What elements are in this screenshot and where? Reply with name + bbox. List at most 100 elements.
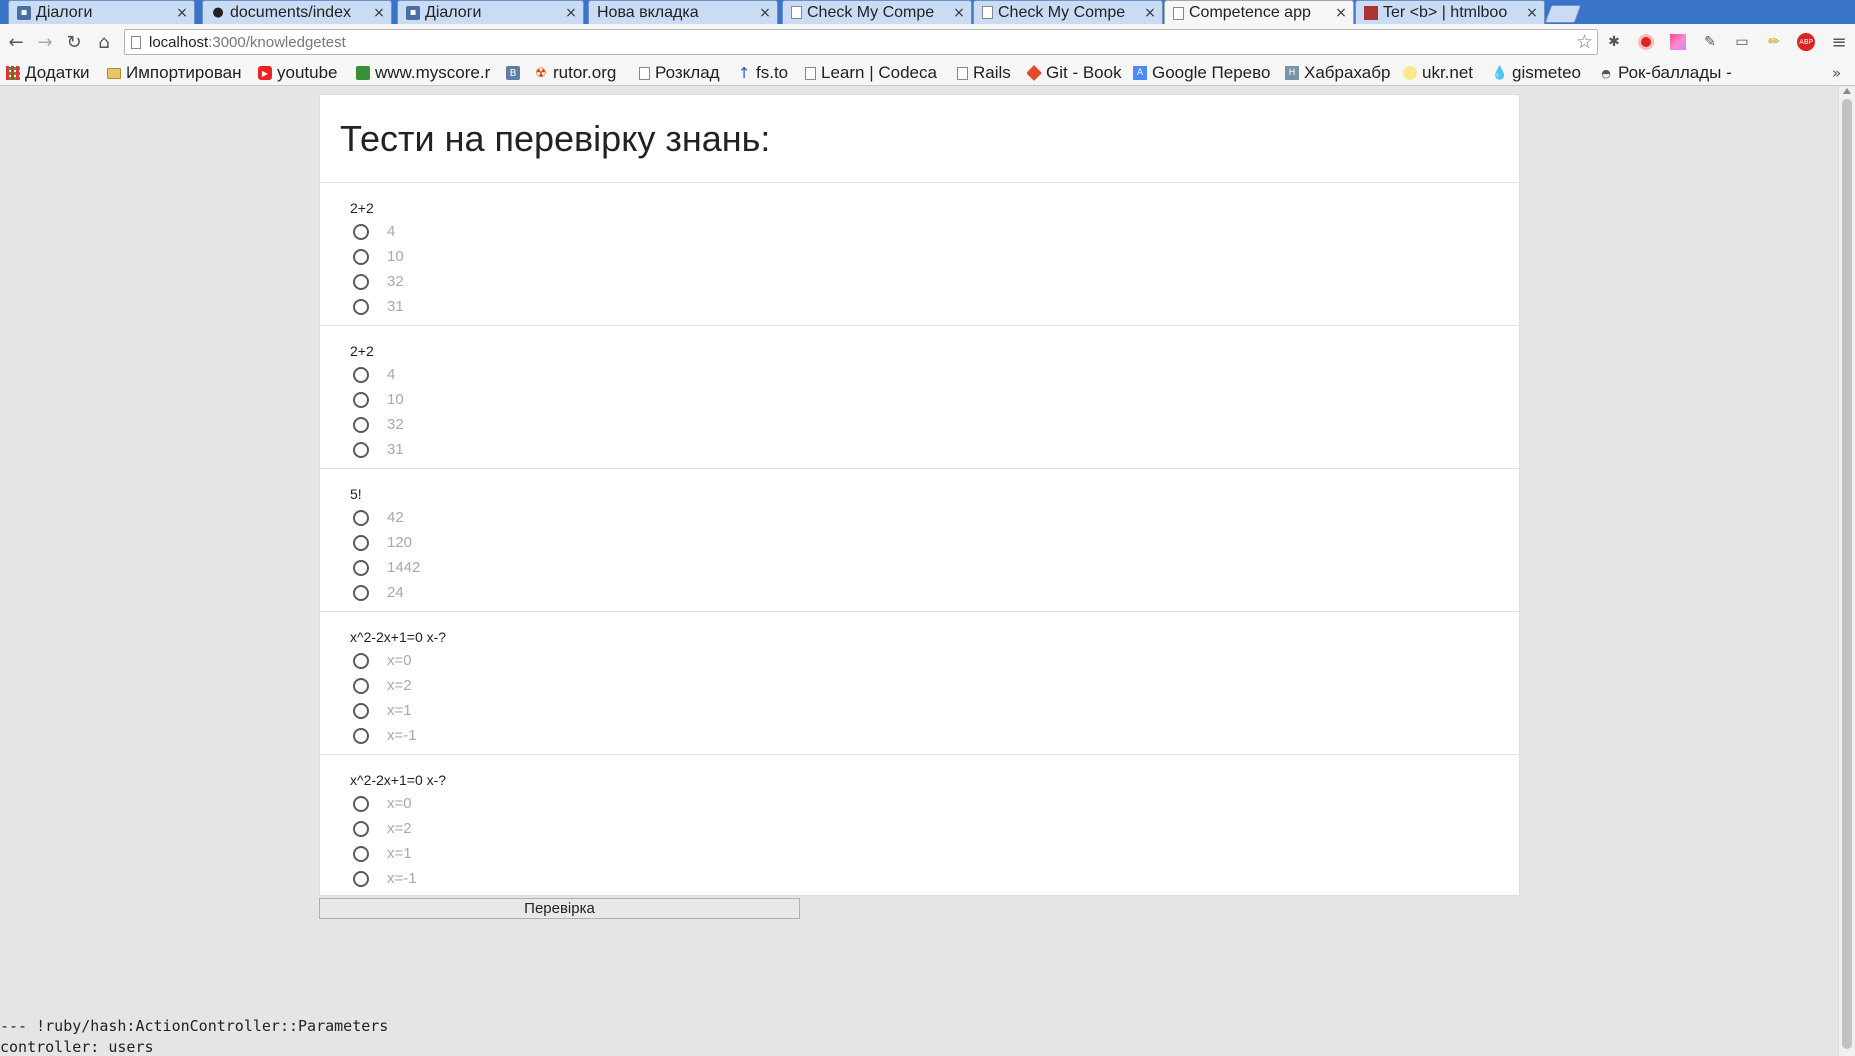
- bookmark-imported[interactable]: Импортирован: [107, 62, 247, 84]
- close-icon[interactable]: ×: [759, 5, 771, 21]
- scrollbar-thumb[interactable]: [1842, 99, 1852, 1049]
- bookmark-vk[interactable]: B: [506, 62, 526, 84]
- answer-option[interactable]: 120: [350, 530, 1519, 555]
- bookmark-habr[interactable]: H Хабрахабр: [1285, 62, 1393, 84]
- radio-button[interactable]: [353, 652, 369, 669]
- adblock-icon[interactable]: ABP: [1796, 32, 1816, 52]
- scroll-up-icon[interactable]: [1843, 88, 1851, 94]
- bookmark-rozklad[interactable]: Розклад: [639, 62, 729, 84]
- tab-title: Нова вкладка: [597, 3, 699, 21]
- radio-button[interactable]: [353, 509, 369, 526]
- bookmark-rutor[interactable]: ☢ rutor.org: [534, 62, 626, 84]
- pencil-icon[interactable]: ✏: [1764, 32, 1784, 52]
- bookmark-codecademy[interactable]: Learn | Codeca: [805, 62, 943, 84]
- bookmark-fsto[interactable]: ↑ fs.to: [737, 62, 797, 84]
- radio-button[interactable]: [353, 820, 369, 837]
- bookmark-star-icon[interactable]: ☆: [1576, 31, 1593, 53]
- bookmark-label: ukr.net: [1422, 63, 1474, 82]
- answer-option[interactable]: x=2: [350, 673, 1519, 698]
- puzzle-icon[interactable]: ✱: [1604, 32, 1624, 52]
- option-label: x=1: [387, 702, 412, 719]
- answer-option[interactable]: 31: [350, 437, 1519, 462]
- tab-check-my-competence-1[interactable]: Check My Compe ×: [782, 0, 972, 24]
- option-label: x=2: [387, 820, 412, 837]
- close-icon[interactable]: ×: [1526, 5, 1538, 21]
- menu-icon[interactable]: ≡: [1829, 32, 1849, 53]
- close-icon[interactable]: ×: [565, 5, 577, 21]
- tab-check-my-competence-2[interactable]: Check My Compe ×: [973, 0, 1163, 24]
- radio-button[interactable]: [353, 441, 369, 458]
- ruler-icon[interactable]: ▭: [1732, 32, 1752, 52]
- tab-competence-app[interactable]: Competence app ×: [1164, 0, 1354, 25]
- home-icon[interactable]: ⌂: [92, 30, 116, 54]
- tab-htmlbook[interactable]: Ter <b> | htmlboo ×: [1355, 0, 1545, 24]
- answer-option[interactable]: x=2: [350, 816, 1519, 841]
- radio-button[interactable]: [353, 366, 369, 383]
- answer-option[interactable]: x=0: [350, 648, 1519, 673]
- radio-button[interactable]: [353, 795, 369, 812]
- close-icon[interactable]: ×: [176, 5, 188, 21]
- radio-button[interactable]: [353, 845, 369, 862]
- option-label: 32: [387, 273, 404, 290]
- radio-button[interactable]: [353, 584, 369, 601]
- address-bar[interactable]: localhost:3000/knowledgetest ☆: [124, 29, 1598, 55]
- close-icon[interactable]: ×: [373, 5, 385, 21]
- stop-icon[interactable]: [1636, 32, 1656, 52]
- check-button[interactable]: Перевірка: [319, 898, 800, 919]
- radio-button[interactable]: [353, 298, 369, 315]
- bookmark-rock-ballads[interactable]: ◓ Рок-баллады -: [1599, 62, 1739, 84]
- answer-option[interactable]: 24: [350, 580, 1519, 605]
- answer-option[interactable]: 31: [350, 294, 1519, 319]
- radio-button[interactable]: [353, 416, 369, 433]
- option-label: x=-1: [387, 870, 417, 887]
- answer-option[interactable]: 4: [350, 362, 1519, 387]
- answer-option[interactable]: 4: [350, 219, 1519, 244]
- answer-option[interactable]: 42: [350, 505, 1519, 530]
- radio-button[interactable]: [353, 273, 369, 290]
- answer-option[interactable]: 10: [350, 244, 1519, 269]
- bookmark-gismeteo[interactable]: 💧 gismeteo: [1493, 62, 1585, 84]
- bookmark-google-translate[interactable]: A Google Перево: [1133, 62, 1273, 84]
- eyedropper-icon[interactable]: ✎: [1700, 32, 1720, 52]
- bookmark-myscore[interactable]: www.myscore.r: [356, 62, 496, 84]
- close-icon[interactable]: ×: [953, 5, 965, 21]
- answer-option[interactable]: x=-1: [350, 723, 1519, 748]
- answer-option[interactable]: x=1: [350, 841, 1519, 866]
- radio-button[interactable]: [353, 248, 369, 265]
- answer-option[interactable]: 1442: [350, 555, 1519, 580]
- option-label: 4: [387, 223, 396, 240]
- bookmark-ukrnet[interactable]: ukr.net: [1403, 62, 1481, 84]
- url-text[interactable]: localhost:3000/knowledgetest: [149, 34, 346, 51]
- tab-dialogs-1[interactable]: ▪ Діалоги ×: [8, 0, 195, 24]
- bookmark-git-book[interactable]: Git - Book: [1027, 62, 1127, 84]
- bookmark-rails[interactable]: Rails: [957, 62, 1017, 84]
- radio-button[interactable]: [353, 559, 369, 576]
- tab-new-tab[interactable]: Нова вкладка ×: [588, 0, 778, 24]
- bookmark-youtube[interactable]: ▶ youtube: [258, 62, 344, 84]
- tab-dialogs-2[interactable]: ▪ Діалоги ×: [397, 0, 584, 24]
- answer-option[interactable]: x=-1: [350, 866, 1519, 891]
- radio-button[interactable]: [353, 702, 369, 719]
- new-tab-button[interactable]: [1544, 5, 1582, 23]
- radio-button[interactable]: [353, 677, 369, 694]
- answer-option[interactable]: 32: [350, 269, 1519, 294]
- answer-option[interactable]: 10: [350, 387, 1519, 412]
- close-icon[interactable]: ×: [1144, 5, 1156, 21]
- radio-button[interactable]: [353, 534, 369, 551]
- answer-option[interactable]: x=1: [350, 698, 1519, 723]
- bookmark-apps[interactable]: Додатки: [6, 62, 98, 84]
- forward-icon[interactable]: →: [33, 30, 57, 54]
- radio-button[interactable]: [353, 870, 369, 887]
- gradient-icon[interactable]: [1668, 32, 1688, 52]
- answer-option[interactable]: x=0: [350, 791, 1519, 816]
- vertical-scrollbar[interactable]: [1838, 87, 1855, 1056]
- answer-option[interactable]: 32: [350, 412, 1519, 437]
- radio-button[interactable]: [353, 223, 369, 240]
- bookmarks-overflow-icon[interactable]: »: [1832, 62, 1848, 84]
- reload-icon[interactable]: ↻: [62, 30, 86, 54]
- back-icon[interactable]: ←: [4, 30, 28, 54]
- radio-button[interactable]: [353, 391, 369, 408]
- tab-github-documents[interactable]: ● documents/index ×: [202, 0, 392, 24]
- radio-button[interactable]: [353, 727, 369, 744]
- close-icon[interactable]: ×: [1335, 5, 1347, 21]
